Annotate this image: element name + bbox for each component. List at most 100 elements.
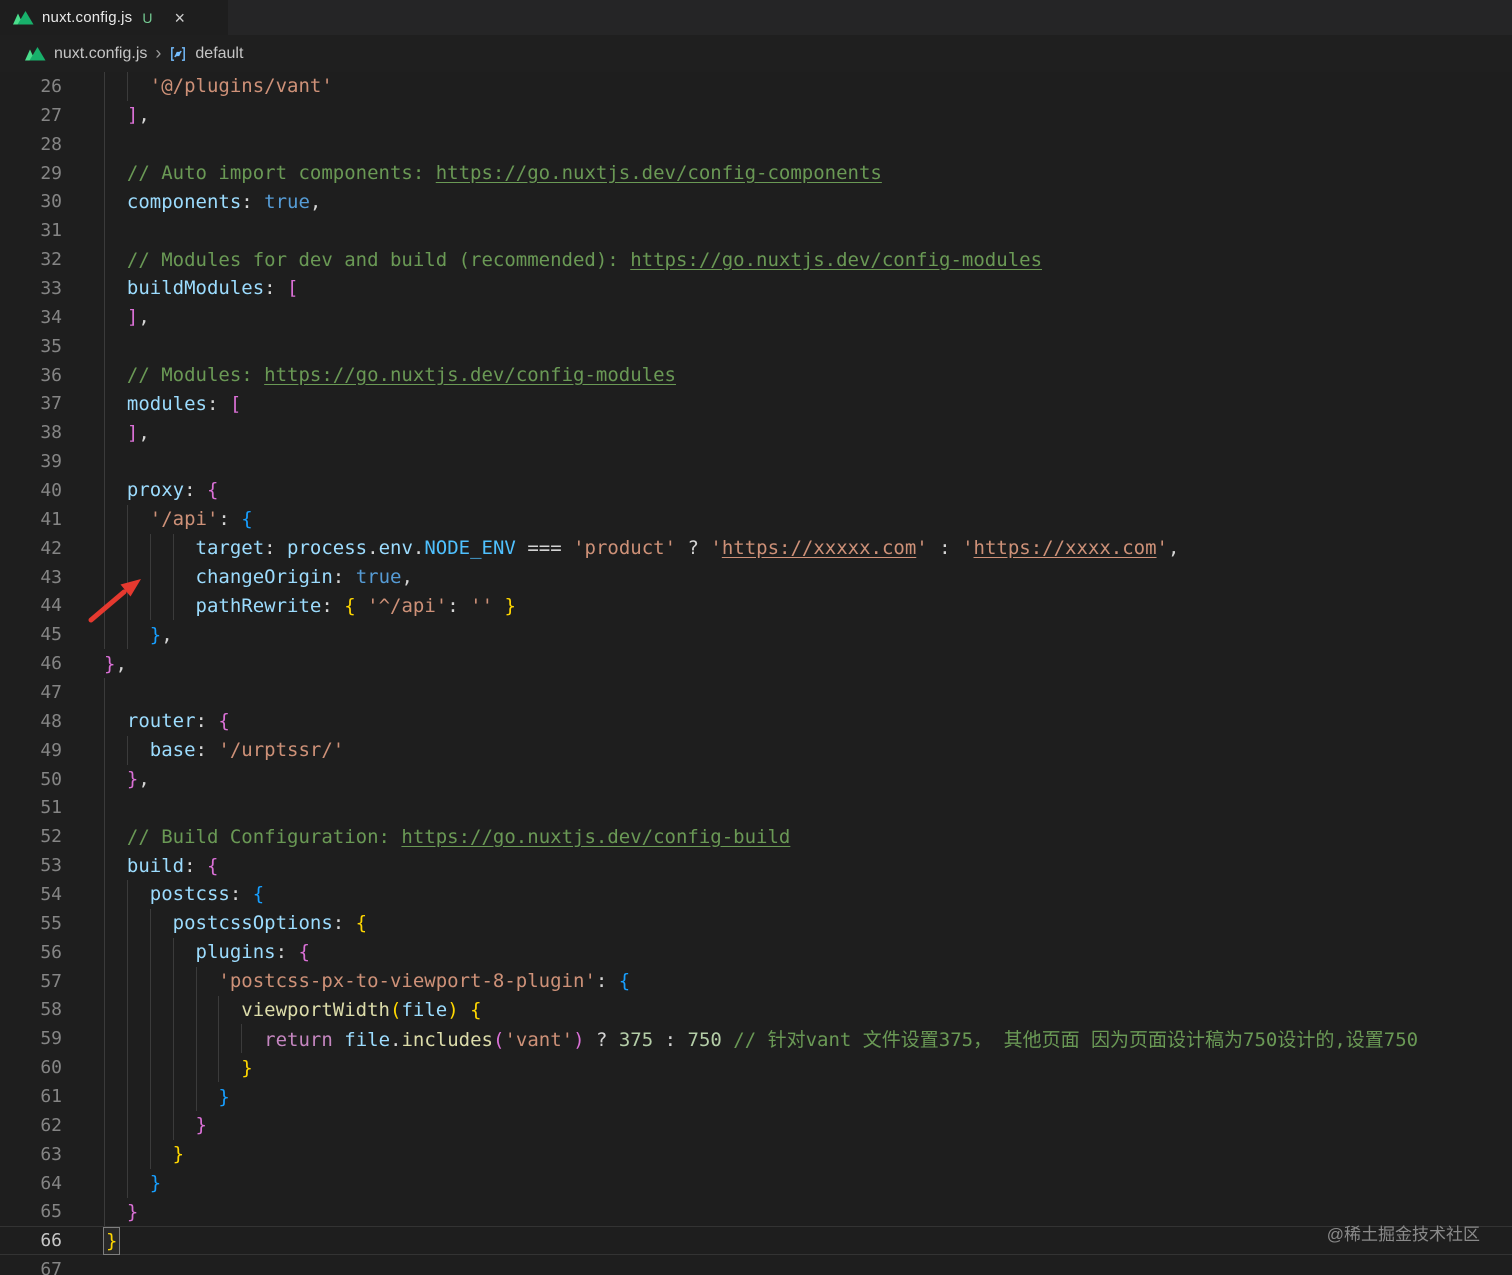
breadcrumb-symbol[interactable]: default <box>195 45 243 63</box>
code-line[interactable]: 51 <box>0 793 1512 823</box>
code-line[interactable]: 34], <box>0 302 1512 332</box>
code-line[interactable]: 44 pathRewrite: { '^/api': '' } <box>0 591 1512 621</box>
code-line[interactable]: 62} <box>0 1110 1512 1140</box>
code-line[interactable]: 67 <box>0 1255 1512 1275</box>
code-line[interactable]: 37 modules: [ <box>0 389 1512 419</box>
line-content[interactable]: ], <box>104 418 1512 448</box>
code-line[interactable]: 30 components: true, <box>0 187 1512 217</box>
line-content[interactable]: } <box>104 1197 1512 1227</box>
code-line[interactable]: 38], <box>0 418 1512 448</box>
code-line[interactable]: 57 'postcss-px-to-viewport-8-plugin': { <box>0 966 1512 996</box>
code-line[interactable]: 48 router: { <box>0 706 1512 736</box>
line-content[interactable]: }, <box>104 649 1512 678</box>
line-content[interactable]: '/api': { <box>104 504 1512 534</box>
line-content[interactable] <box>104 129 1512 159</box>
line-content[interactable]: modules: [ <box>104 389 1512 419</box>
code-line[interactable]: 63} <box>0 1139 1512 1169</box>
code-line[interactable]: 64} <box>0 1168 1512 1198</box>
line-content[interactable]: components: true, <box>104 187 1512 217</box>
line-content[interactable]: } <box>104 1082 1512 1111</box>
code-line[interactable]: 28 <box>0 129 1512 159</box>
line-content[interactable]: } <box>104 1168 1512 1198</box>
code-line[interactable]: 52 // Build Configuration: https://go.nux… <box>0 822 1512 852</box>
code-line[interactable]: 45}, <box>0 620 1512 650</box>
line-content[interactable]: } <box>104 1110 1512 1140</box>
line-content[interactable]: target: process.env.NODE_ENV === 'produc… <box>104 533 1512 563</box>
line-content[interactable] <box>104 678 1512 707</box>
code-token: // Build Configuration: <box>126 825 402 848</box>
code-line[interactable]: 58 viewportWidth(file) { <box>0 995 1512 1025</box>
code-line[interactable]: 41 '/api': { <box>0 504 1512 534</box>
line-content[interactable]: changeOrigin: true, <box>104 562 1512 592</box>
code-token: 'product' <box>573 537 677 560</box>
line-content[interactable]: base: '/urptssr/' <box>104 735 1512 765</box>
code-line[interactable]: 59 return file.includes('vant') ? 375 : 7… <box>0 1024 1512 1054</box>
code-line[interactable]: 35 <box>0 331 1512 361</box>
line-content[interactable]: }, <box>104 620 1512 650</box>
code-token: } <box>195 1114 207 1137</box>
line-content[interactable]: viewportWidth(file) { <box>104 995 1512 1025</box>
tab-nuxt-config[interactable]: nuxt.config.js U × <box>0 0 228 35</box>
line-content[interactable]: } <box>102 1226 1512 1255</box>
close-icon[interactable]: × <box>174 9 185 27</box>
line-content[interactable]: 'postcss-px-to-viewport-8-plugin': { <box>104 966 1512 996</box>
code-line[interactable]: 27], <box>0 100 1512 130</box>
code-line[interactable]: 60} <box>0 1053 1512 1083</box>
code-line[interactable]: 66} <box>0 1226 1512 1256</box>
breadcrumb-file[interactable]: nuxt.config.js <box>54 45 147 63</box>
code-line[interactable]: 54 postcss: { <box>0 880 1512 909</box>
line-content[interactable]: // Modules: https://go.nuxtjs.dev/config… <box>104 360 1512 390</box>
line-content[interactable]: // Build Configuration: https://go.nuxtj… <box>104 822 1512 852</box>
code-line[interactable]: 49 base: '/urptssr/' <box>0 735 1512 765</box>
code-line[interactable]: 55 postcssOptions: { <box>0 908 1512 938</box>
code-token: , <box>161 623 173 646</box>
line-content[interactable]: router: { <box>104 706 1512 736</box>
line-content[interactable]: ], <box>104 100 1512 130</box>
line-content[interactable]: postcssOptions: { <box>104 908 1512 938</box>
code-line[interactable]: 42 target: process.env.NODE_ENV === 'prod… <box>0 533 1512 563</box>
code-line[interactable]: 56 plugins: { <box>0 937 1512 967</box>
code-line[interactable]: 31 <box>0 216 1512 246</box>
line-content[interactable]: plugins: { <box>104 937 1512 967</box>
code-line[interactable]: 50}, <box>0 764 1512 794</box>
line-content[interactable]: } <box>104 1053 1512 1083</box>
code-token: } <box>504 594 516 617</box>
code-line[interactable]: 61} <box>0 1082 1512 1111</box>
line-content[interactable]: }, <box>104 764 1512 794</box>
line-content[interactable]: proxy: { <box>104 476 1512 505</box>
code-line[interactable]: 47 <box>0 678 1512 707</box>
code-line[interactable]: 26 '@/plugins/vant' <box>0 72 1512 101</box>
line-content[interactable]: postcss: { <box>104 880 1512 909</box>
line-content[interactable]: } <box>104 1139 1512 1169</box>
code-line[interactable]: 65} <box>0 1197 1512 1227</box>
line-content[interactable] <box>104 331 1512 361</box>
line-content[interactable]: // Auto import components: https://go.nu… <box>104 158 1512 188</box>
code-line[interactable]: 39 <box>0 447 1512 477</box>
code-line[interactable]: 53 build: { <box>0 851 1512 881</box>
code-token: : <box>275 941 299 964</box>
line-content[interactable] <box>104 793 1512 823</box>
line-content[interactable]: build: { <box>104 851 1512 881</box>
line-content[interactable]: ], <box>104 302 1512 332</box>
code-token: } <box>102 1226 121 1255</box>
line-content[interactable]: // Modules for dev and build (recommende… <box>104 245 1512 275</box>
line-content[interactable] <box>104 1255 1512 1275</box>
code-token: 750 <box>687 1029 722 1052</box>
line-content[interactable]: pathRewrite: { '^/api': '' } <box>104 591 1512 621</box>
line-content[interactable] <box>104 216 1512 246</box>
code-line[interactable]: 32 // Modules for dev and build (recommen… <box>0 245 1512 275</box>
code-line[interactable]: 29 // Auto import components: https://go.… <box>0 158 1512 188</box>
code-line[interactable]: 46}, <box>0 649 1512 678</box>
line-content[interactable]: return file.includes('vant') ? 375 : 750… <box>104 1024 1512 1054</box>
code-area[interactable]: 26 '@/plugins/vant' 27], 28 29// Auto import… <box>0 72 1512 1275</box>
code-line[interactable]: 36 // Modules: https://go.nuxtjs.dev/conf… <box>0 360 1512 390</box>
line-content[interactable]: buildModules: [ <box>104 274 1512 303</box>
code-line[interactable]: 40 proxy: { <box>0 476 1512 505</box>
code-token: : <box>653 1029 688 1052</box>
line-content[interactable]: '@/plugins/vant' <box>104 72 1512 101</box>
code-line[interactable]: 43 changeOrigin: true, <box>0 562 1512 592</box>
code-token: : <box>447 594 471 617</box>
line-content[interactable] <box>104 447 1512 477</box>
code-line[interactable]: 33 buildModules: [ <box>0 274 1512 303</box>
code-token: : <box>321 594 345 617</box>
